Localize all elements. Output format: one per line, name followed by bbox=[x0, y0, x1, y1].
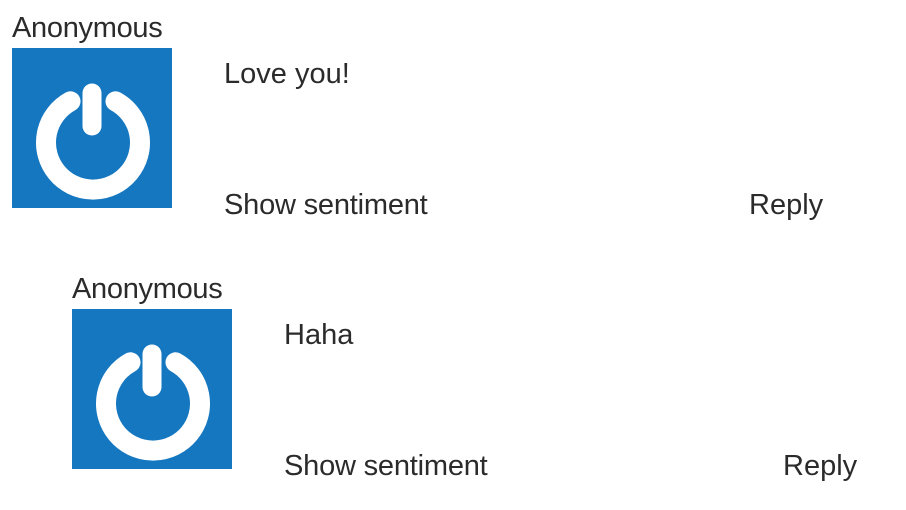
avatar bbox=[12, 48, 172, 208]
show-sentiment-link[interactable]: Show sentiment bbox=[284, 446, 488, 486]
comment-text: Haha bbox=[284, 319, 354, 351]
power-icon bbox=[36, 83, 150, 200]
power-icon bbox=[96, 344, 210, 461]
reply-comment: Anonymous Haha Show sentiment Reply bbox=[72, 271, 906, 482]
reply-link[interactable]: Reply bbox=[783, 446, 857, 486]
show-sentiment-link[interactable]: Show sentiment bbox=[224, 185, 428, 225]
comment: Anonymous Love you! Show sentiment Reply bbox=[12, 10, 862, 221]
reply-link[interactable]: Reply bbox=[749, 185, 823, 225]
comment-author: Anonymous bbox=[12, 12, 163, 44]
comment-author: Anonymous bbox=[72, 273, 223, 305]
comment-text: Love you! bbox=[224, 58, 350, 90]
avatar bbox=[72, 309, 232, 469]
